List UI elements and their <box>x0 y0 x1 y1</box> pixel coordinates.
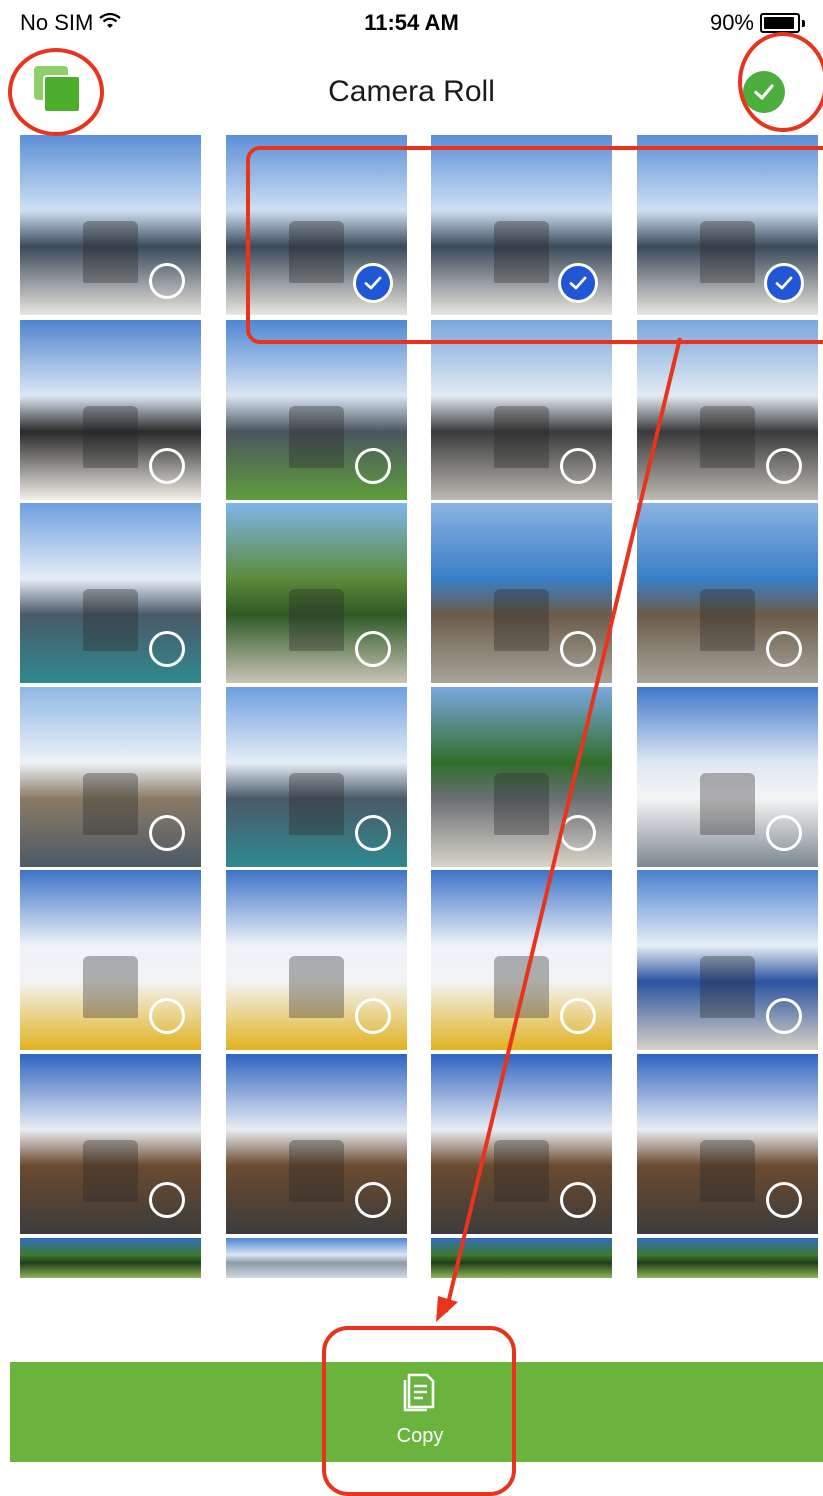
photo-tile[interactable] <box>20 503 201 683</box>
page-title: Camera Roll <box>328 75 495 108</box>
bottom-toolbar: Copy <box>10 1362 823 1462</box>
nav-bar: Camera Roll <box>0 45 823 140</box>
photo-thumbnail <box>20 1238 201 1278</box>
selected-check-icon[interactable] <box>353 263 393 303</box>
photo-thumbnail <box>226 1238 407 1278</box>
unselected-circle-icon[interactable] <box>560 448 596 484</box>
photo-tile[interactable] <box>226 1054 407 1234</box>
checkmark-circle-icon[interactable] <box>743 71 785 113</box>
photo-subject <box>83 773 138 835</box>
photo-subject <box>700 773 755 835</box>
photo-subject <box>289 406 344 468</box>
unselected-circle-icon[interactable] <box>149 815 185 851</box>
photo-subject <box>83 406 138 468</box>
unselected-circle-icon[interactable] <box>560 631 596 667</box>
photo-tile[interactable] <box>637 870 818 1050</box>
unselected-circle-icon[interactable] <box>149 263 185 299</box>
selected-check-icon[interactable] <box>558 263 598 303</box>
photo-tile[interactable] <box>20 320 201 500</box>
photo-tile[interactable] <box>20 1238 201 1278</box>
clock: 11:54 AM <box>364 10 459 35</box>
photo-subject <box>83 956 138 1018</box>
photo-subject <box>289 221 344 283</box>
unselected-circle-icon[interactable] <box>149 631 185 667</box>
copy-button[interactable]: Copy <box>370 1372 470 1460</box>
photo-tile[interactable] <box>226 135 407 315</box>
unselected-circle-icon[interactable] <box>355 631 391 667</box>
photo-tile[interactable] <box>431 320 612 500</box>
photo-tile[interactable] <box>20 870 201 1050</box>
photo-subject <box>289 773 344 835</box>
photo-subject <box>494 1140 549 1202</box>
photo-subject <box>83 1140 138 1202</box>
status-bar: No SIM 11:54 AM 90% <box>0 0 823 40</box>
battery-icon <box>760 13 800 33</box>
photo-subject <box>700 1140 755 1202</box>
photo-subject <box>83 221 138 283</box>
photo-tile[interactable] <box>20 1054 201 1234</box>
unselected-circle-icon[interactable] <box>149 998 185 1034</box>
unselected-circle-icon[interactable] <box>766 448 802 484</box>
unselected-circle-icon[interactable] <box>355 448 391 484</box>
photo-tile[interactable] <box>637 503 818 683</box>
photo-subject <box>83 589 138 651</box>
photo-tile[interactable] <box>637 687 818 867</box>
photo-tile[interactable] <box>226 503 407 683</box>
selected-check-icon[interactable] <box>764 263 804 303</box>
unselected-circle-icon[interactable] <box>355 815 391 851</box>
photo-tile[interactable] <box>637 135 818 315</box>
unselected-circle-icon[interactable] <box>766 1182 802 1218</box>
photo-tile[interactable] <box>431 687 612 867</box>
battery-tip <box>802 19 805 27</box>
unselected-circle-icon[interactable] <box>560 815 596 851</box>
unselected-circle-icon[interactable] <box>560 1182 596 1218</box>
battery-percent: 90% <box>709 10 754 35</box>
photo-tile[interactable] <box>431 135 612 315</box>
photo-subject <box>494 221 549 283</box>
photo-tile[interactable] <box>20 687 201 867</box>
photo-subject <box>494 406 549 468</box>
photo-tile[interactable] <box>226 1238 407 1278</box>
photo-tile[interactable] <box>637 1238 818 1278</box>
photo-thumbnail <box>431 1238 612 1278</box>
photo-tile[interactable] <box>226 687 407 867</box>
copy-document-icon <box>403 1372 437 1417</box>
photo-subject <box>494 773 549 835</box>
photo-tile[interactable] <box>20 135 201 315</box>
photo-tile[interactable] <box>637 320 818 500</box>
photo-subject <box>700 589 755 651</box>
photo-subject <box>289 1140 344 1202</box>
photo-subject <box>494 589 549 651</box>
unselected-circle-icon[interactable] <box>355 998 391 1034</box>
photo-tile[interactable] <box>226 870 407 1050</box>
photo-subject <box>700 956 755 1018</box>
unselected-circle-icon[interactable] <box>766 815 802 851</box>
photo-subject <box>289 589 344 651</box>
photo-tile[interactable] <box>431 1054 612 1234</box>
photo-tile[interactable] <box>431 870 612 1050</box>
photo-tile[interactable] <box>431 503 612 683</box>
photo-tile[interactable] <box>226 320 407 500</box>
unselected-circle-icon[interactable] <box>355 1182 391 1218</box>
photo-subject <box>289 956 344 1018</box>
photo-tile[interactable] <box>637 1054 818 1234</box>
unselected-circle-icon[interactable] <box>766 998 802 1034</box>
photo-subject <box>494 956 549 1018</box>
photo-subject <box>700 406 755 468</box>
photo-thumbnail <box>637 1238 818 1278</box>
unselected-circle-icon[interactable] <box>149 448 185 484</box>
photo-tile[interactable] <box>431 1238 612 1278</box>
unselected-circle-icon[interactable] <box>560 998 596 1034</box>
copy-label: Copy <box>396 1425 444 1447</box>
unselected-circle-icon[interactable] <box>149 1182 185 1218</box>
photo-subject <box>700 221 755 283</box>
unselected-circle-icon[interactable] <box>766 631 802 667</box>
battery: 90% <box>710 10 805 36</box>
